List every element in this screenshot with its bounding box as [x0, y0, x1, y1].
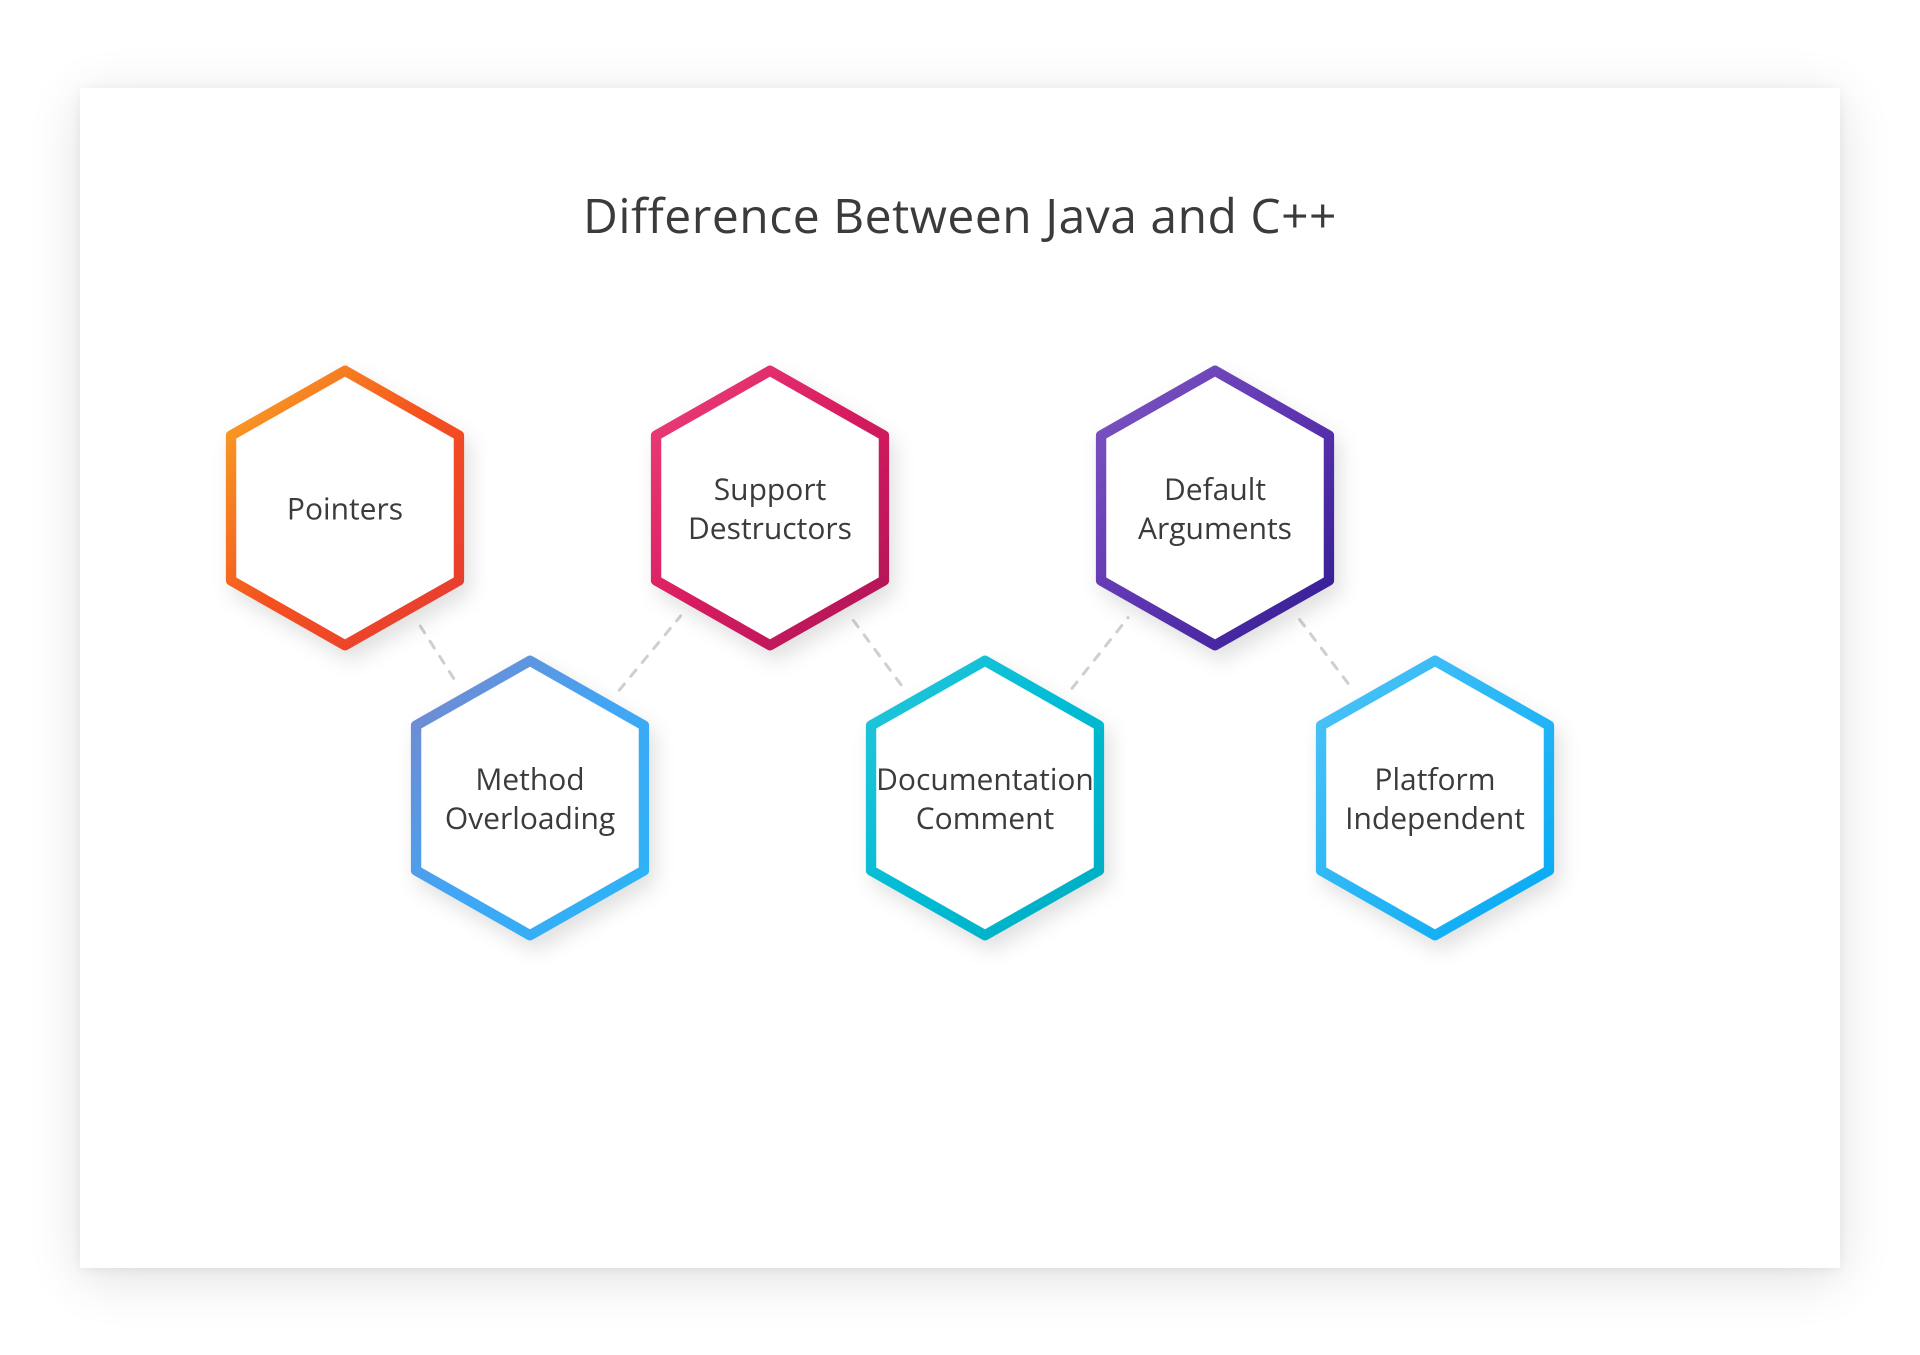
hex-label-default-arguments: Default Arguments	[1100, 469, 1330, 547]
hex-documentation-comment: Documentation Comment	[855, 653, 1115, 943]
hex-platform-independent: Platform Independent	[1305, 653, 1565, 943]
hex-label-platform-independent: Platform Independent	[1320, 759, 1550, 837]
hex-default-arguments: Default Arguments	[1085, 363, 1345, 653]
hex-label-method-overloading: Method Overloading	[415, 759, 645, 837]
hex-method-overloading: Method Overloading	[400, 653, 660, 943]
hex-label-pointers: Pointers	[230, 488, 460, 527]
hex-label-documentation-comment: Documentation Comment	[870, 759, 1100, 837]
hex-pointers: Pointers	[215, 363, 475, 653]
hex-support-destructors: Support Destructors	[640, 363, 900, 653]
hex-stage: Pointers Method Overloading Support Destru…	[80, 88, 1840, 1268]
diagram-card: Difference Between Java and C++ Pointers…	[80, 88, 1840, 1268]
hex-label-support-destructors: Support Destructors	[655, 469, 885, 547]
